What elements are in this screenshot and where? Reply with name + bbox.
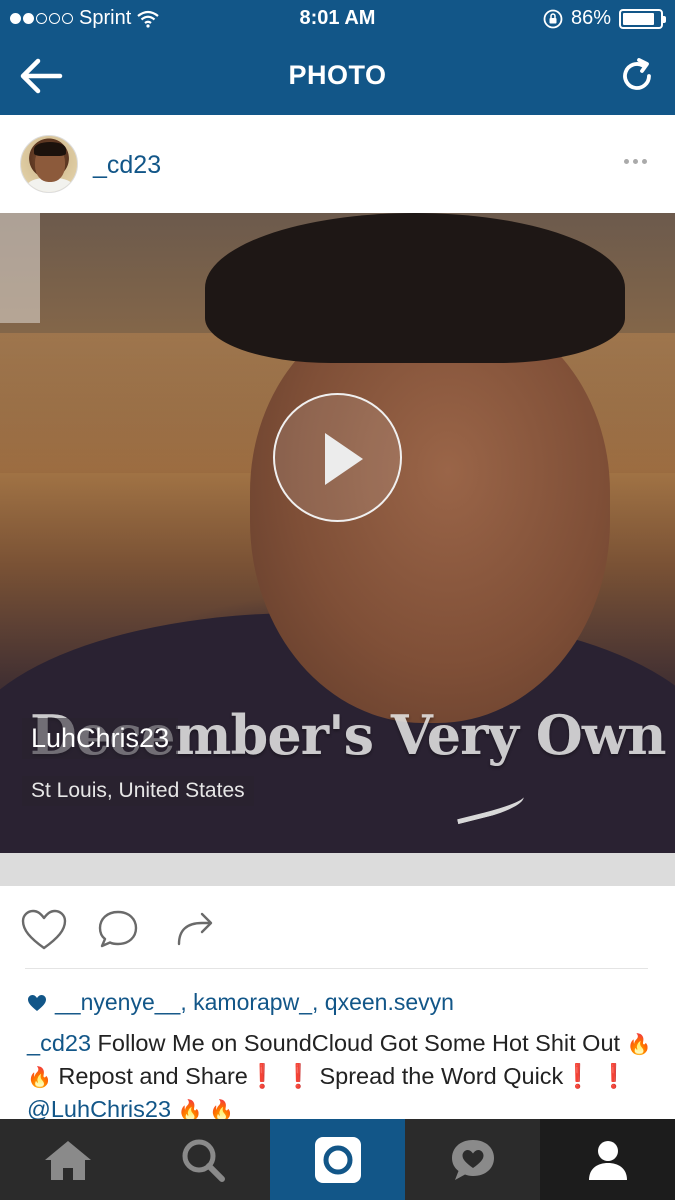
media-overlay-location: St Louis, United States [22,776,254,806]
comment-bubble-icon [98,910,138,948]
profile-icon [588,1140,627,1180]
more-options-icon[interactable] [624,159,647,164]
tab-camera[interactable] [270,1119,405,1200]
exclamation-emoji-icon: ❗ [247,1063,278,1089]
post-media[interactable]: December's Very Own LuhChris23 St Louis,… [0,213,675,853]
tab-activity[interactable] [405,1119,540,1200]
exclamation-emoji-icon: ❗ [283,1063,313,1089]
refresh-icon [623,58,651,90]
caption-text-1: Follow Me on SoundCloud Got Some Hot Shi… [91,1030,627,1056]
share-arrow-icon [177,912,213,946]
fire-emoji-icon: 🔥 [27,1065,52,1089]
refresh-button[interactable] [617,56,657,96]
likes-row: __nyenye__, kamorapw_, qxeen.sevyn [27,989,454,1016]
rotation-lock-icon [543,9,563,28]
nav-bar: PHOTO [0,38,675,115]
media-bottom-band [0,853,675,886]
search-icon [182,1139,225,1182]
share-button[interactable] [172,908,220,952]
actions-divider [25,968,648,969]
heart-bubble-icon [451,1139,494,1180]
heart-icon [21,909,67,950]
likes-users[interactable]: __nyenye__, kamorapw_, qxeen.sevyn [55,989,454,1016]
home-icon [44,1140,91,1180]
tab-profile[interactable] [540,1119,675,1200]
camera-icon [314,1136,361,1183]
comment-button[interactable] [96,908,144,952]
avatar[interactable] [20,135,78,193]
status-bar: Sprint 8:01 AM 86% [0,0,675,38]
caption-text-2: Repost and Share [51,1063,248,1089]
page-title: PHOTO [288,60,387,90]
tab-bar [0,1119,675,1200]
status-right: 86% [543,7,666,30]
post-header: _cd23 [0,115,675,213]
caption-text-3: Spread the Word Quick [312,1063,564,1089]
fire-emoji-icon: 🔥 [626,1032,652,1056]
battery-icon [619,8,666,29]
like-button[interactable] [20,908,68,952]
post-actions [0,886,675,970]
post-username[interactable]: _cd23 [93,151,161,180]
tab-search[interactable] [135,1119,270,1200]
small-heart-icon [28,994,46,1011]
battery-percent: 86% [570,7,611,29]
post-caption: _cd23 Follow Me on SoundCloud Got Some H… [27,1027,652,1126]
exclamation-emoji-icon: ❗ [599,1063,629,1089]
battery-level [623,12,654,25]
play-button[interactable] [273,393,402,522]
exclamation-emoji-icon: ❗ [563,1063,593,1089]
media-overlay-name: LuhChris23 [22,718,179,759]
tab-home[interactable] [0,1119,135,1200]
play-icon [325,433,363,485]
caption-author[interactable]: _cd23 [27,1030,91,1056]
